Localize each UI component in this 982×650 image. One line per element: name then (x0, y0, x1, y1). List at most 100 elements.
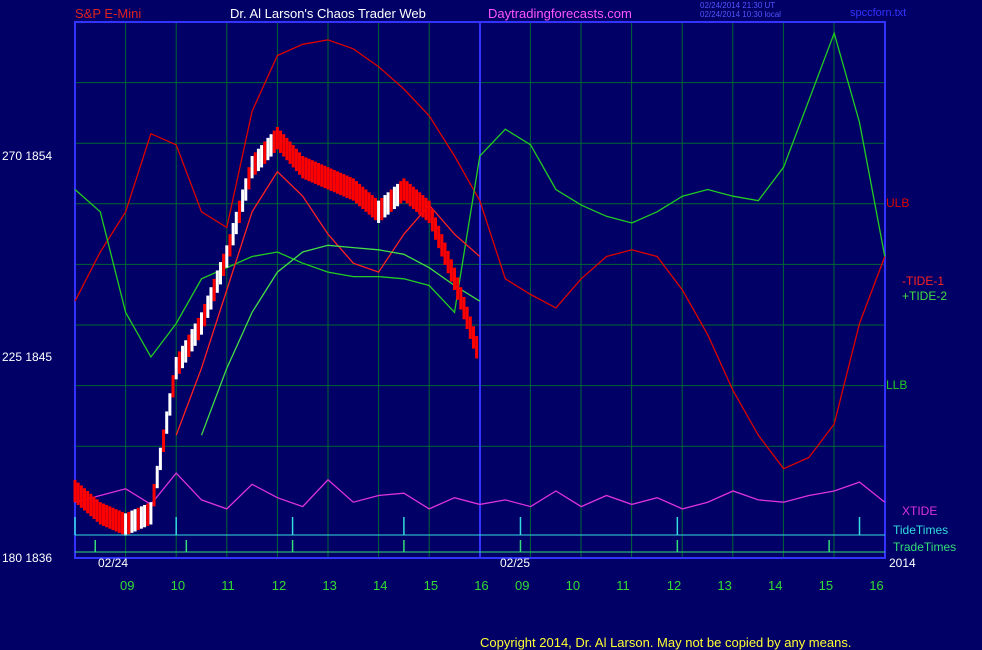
price-bar (279, 130, 283, 153)
price-bar (136, 507, 140, 531)
x-hour-tick: 09 (515, 578, 529, 593)
price-bar (370, 195, 374, 218)
year-label: 2014 (889, 556, 916, 570)
price-bar (203, 303, 207, 327)
x-hour-tick: 11 (616, 578, 630, 593)
price-bar (285, 137, 289, 161)
price-bar (143, 504, 147, 528)
price-bar (418, 192, 422, 215)
price-bar (269, 134, 273, 157)
price-bar (190, 329, 194, 352)
price-bar (282, 134, 286, 157)
x-hour-tick: 13 (322, 578, 336, 593)
price-bar (133, 509, 137, 532)
price-bar (456, 277, 460, 300)
site-link[interactable]: Daytradingforecasts.com (488, 6, 632, 21)
price-bar (323, 165, 327, 189)
price-bar (250, 156, 254, 179)
price-bar (364, 189, 368, 212)
price-bar (411, 186, 415, 210)
price-bar (437, 225, 441, 249)
price-bar (307, 158, 311, 182)
price-bar (326, 167, 330, 190)
x-hour-tick: 12 (272, 578, 286, 593)
price-bar (76, 482, 80, 505)
x-hour-tick: 16 (869, 578, 883, 593)
x-hour-tick: 16 (474, 578, 488, 593)
price-bar (440, 234, 444, 257)
price-bar (443, 242, 447, 265)
series-label-tide-2: +TIDE-2 (902, 289, 947, 303)
price-bar (256, 148, 260, 172)
price-bar (152, 484, 156, 507)
timestamp-ut: 02/24/2014 21:30 UT (700, 1, 775, 10)
price-bar (225, 245, 229, 268)
price-bar (424, 197, 428, 221)
price-bar (114, 509, 118, 532)
x-hour-tick: 14 (373, 578, 387, 593)
price-bar (200, 312, 203, 335)
price-bar (117, 510, 121, 533)
price-bar (408, 183, 412, 207)
series-label-llb: LLB (886, 378, 907, 392)
price-bar (449, 259, 453, 282)
price-bar (471, 326, 475, 349)
price-bar (165, 411, 169, 434)
price-bar (313, 161, 317, 184)
price-bar (361, 186, 365, 210)
x-hour-tick: 10 (171, 578, 185, 593)
series-label-tide-1: -TIDE-1 (902, 274, 944, 288)
price-bar (212, 278, 216, 302)
price-bar (127, 511, 131, 535)
price-bar (206, 295, 210, 318)
price-bar (294, 148, 298, 172)
price-bar (196, 317, 200, 341)
series-label-tradetimes: TradeTimes (893, 540, 956, 554)
price-bar (215, 270, 219, 293)
price-bar (396, 183, 400, 207)
price-bar (298, 152, 302, 175)
price-bar (209, 287, 213, 310)
price-bar (86, 491, 90, 514)
price-bar (120, 511, 124, 535)
price-bar (465, 306, 469, 330)
price-bar (155, 465, 159, 489)
date-label: 02/25 (500, 556, 530, 570)
chart-canvas: 270 1854 225 1845 180 1836 09 10 11 12 13 14 15 16… (2, 1, 956, 650)
price-bar (392, 186, 396, 210)
price-bar (367, 192, 371, 215)
price-bar (237, 200, 241, 223)
series-label-xtide: XTIDE (902, 504, 937, 518)
price-bar (459, 287, 463, 310)
price-bar (253, 152, 257, 175)
price-bar (73, 479, 77, 503)
price-bar (193, 323, 197, 346)
price-bar (434, 217, 438, 240)
price-bar (317, 162, 321, 186)
price-bar (98, 502, 102, 525)
price-bar (380, 197, 384, 221)
x-hour-tick: 13 (717, 578, 731, 593)
price-bar (168, 393, 172, 416)
x-hour-tick: 10 (566, 578, 580, 593)
price-bar (291, 145, 295, 168)
price-bar (263, 141, 267, 164)
price-bar (105, 504, 109, 528)
price-bar (377, 200, 381, 223)
price-bar (427, 200, 431, 223)
price-bar (468, 316, 472, 339)
price-bar (405, 181, 409, 204)
price-bar (89, 493, 93, 517)
x-hour-tick: 14 (768, 578, 782, 593)
price-bar (275, 126, 279, 150)
price-bar (162, 429, 166, 452)
price-bar (247, 167, 251, 190)
price-bar (288, 141, 292, 164)
y-axis-label: 180 1836 (2, 551, 52, 565)
price-bar (272, 130, 276, 153)
price-bar (158, 447, 162, 471)
price-bar (181, 345, 185, 369)
price-bar (111, 507, 115, 531)
price-bar (415, 189, 419, 212)
price-bar (171, 375, 175, 398)
